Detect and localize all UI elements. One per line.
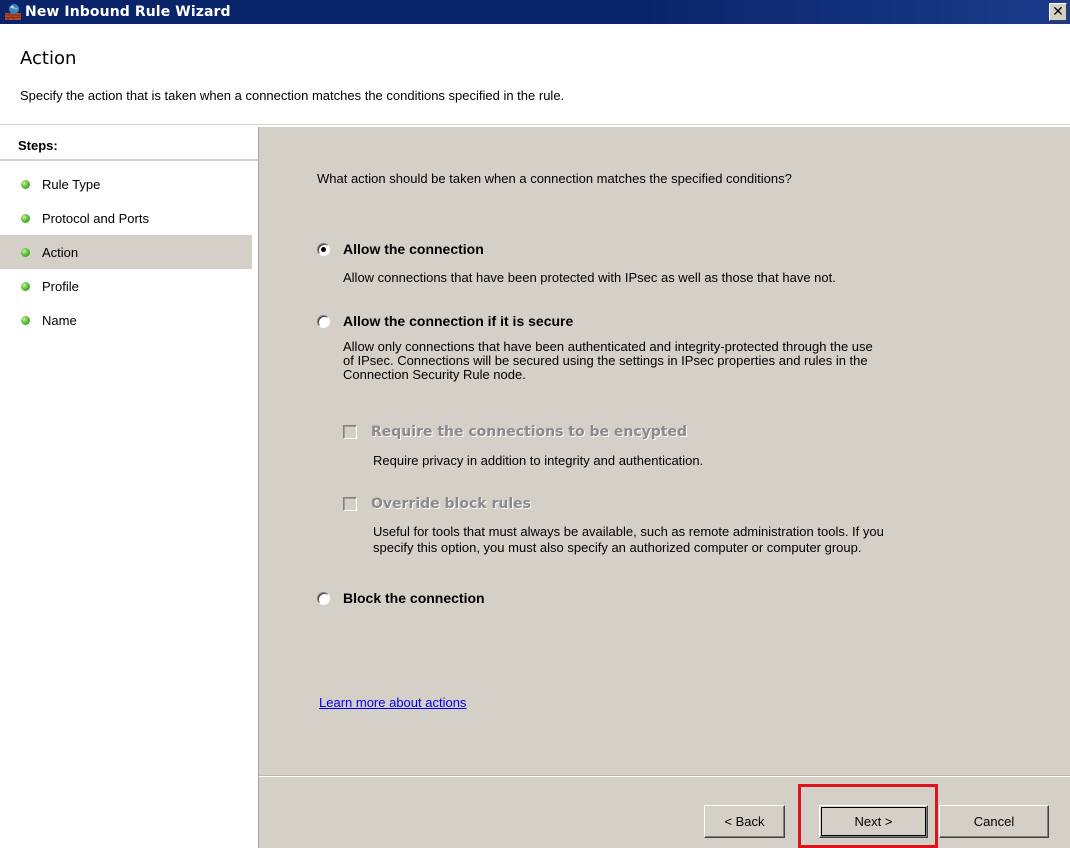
step-label: Rule Type [42,176,101,192]
header-divider [0,124,1070,126]
checkbox-label: Require the connections to be encypted [371,424,687,440]
window-title: New Inbound Rule Wizard [25,4,231,20]
step-current-icon [21,247,30,257]
checkbox-description: Require privacy in addition to integrity… [373,453,704,468]
step-pending-icon [21,281,30,291]
step-rule-type[interactable]: Rule Type [0,167,252,201]
page-description: Specify the action that is taken when a … [20,88,565,103]
step-complete-icon [21,213,30,223]
step-protocol-and-ports[interactable]: Protocol and Ports [0,201,252,235]
require-encryption-checkbox[interactable] [343,425,357,439]
option-description-line: Connection Security Rule node. [343,367,526,382]
cancel-button[interactable]: Cancel [939,805,1049,838]
override-block-rules-checkbox[interactable] [343,497,357,511]
block-connection-option[interactable]: Block the connection [317,590,485,606]
option-description-line: of IPsec. Connections will be secured us… [343,353,868,368]
wizard-header: Action Specify the action that is taken … [0,24,1070,124]
firewall-icon [4,3,22,21]
close-button[interactable]: ✕ [1049,3,1067,21]
option-label: Block the connection [343,590,485,606]
action-question: What action should be taken when a conne… [317,171,792,186]
step-pending-icon [21,315,30,325]
step-action[interactable]: Action [0,235,252,269]
highlight-annotation [798,784,938,848]
step-label: Name [42,312,77,328]
option-label: Allow the connection if it is secure [343,313,574,329]
override-block-rules-option[interactable]: Override block rules [343,496,531,512]
close-icon: ✕ [1052,4,1064,20]
back-button[interactable]: < Back [704,805,785,838]
allow-if-secure-option[interactable]: Allow the connection if it is secure [317,313,573,329]
step-label: Action [42,244,79,260]
block-connection-radio[interactable] [317,591,330,605]
checkbox-description-line: specify this option, you must also speci… [373,540,862,555]
option-description-line: Allow only connections that have been au… [343,339,873,354]
require-encryption-option[interactable]: Require the connections to be encypted [343,424,687,440]
option-label: Allow the connection [343,241,484,257]
main-pane: What action should be taken when a conne… [258,127,1070,848]
steps-pane: Steps: Rule Type Protocol and Ports Acti… [0,127,258,848]
step-name[interactable]: Name [0,303,252,337]
step-profile[interactable]: Profile [0,269,252,303]
allow-connection-radio[interactable] [317,242,330,256]
steps-title: Steps: [18,138,58,153]
learn-more-link[interactable]: Learn more about actions [319,695,466,710]
title-bar: New Inbound Rule Wizard ✕ [0,0,1070,24]
allow-connection-option[interactable]: Allow the connection [317,241,484,257]
option-description: Allow connections that have been protect… [343,270,836,285]
step-label: Profile [42,278,79,294]
footer-divider [259,775,1070,777]
allow-if-secure-radio[interactable] [317,314,330,328]
checkbox-description-line: Useful for tools that must always be ava… [373,524,884,539]
steps-divider [0,159,258,161]
step-complete-icon [21,179,30,189]
checkbox-label: Override block rules [371,496,531,512]
page-title: Action [20,48,77,69]
step-label: Protocol and Ports [42,210,149,226]
